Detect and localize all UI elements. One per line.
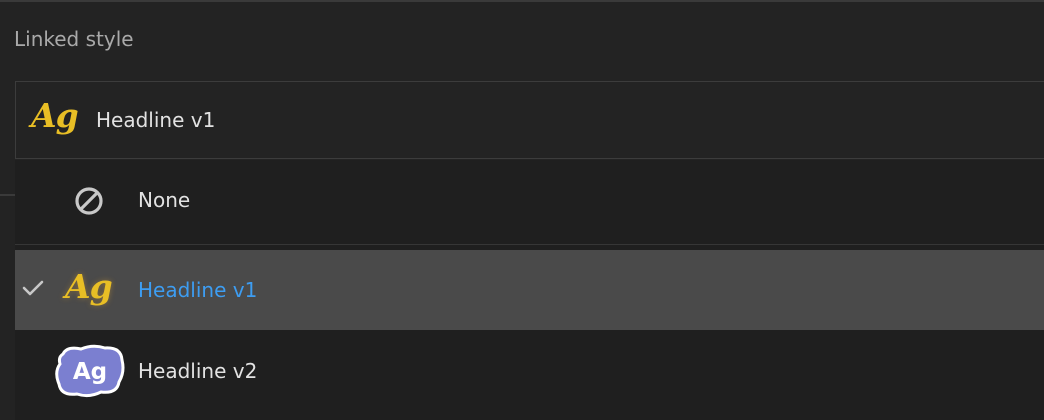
serif-style-icon: Ag — [31, 96, 79, 135]
dropdown-menu: None Ag Headline v1 Ag Headline v2 — [15, 160, 1044, 420]
bubble-style-icon: Ag — [55, 344, 125, 402]
divider-fragment — [0, 194, 15, 196]
menu-item-label: None — [138, 188, 191, 212]
menu-item-headline-v1[interactable]: Ag Headline v1 — [15, 250, 1044, 330]
dropdown-selected-value: Headline v1 — [96, 108, 216, 132]
menu-item-headline-v2[interactable]: Ag Headline v2 — [15, 332, 1044, 414]
menu-item-label: Headline v1 — [138, 278, 258, 302]
linked-style-label: Linked style — [14, 27, 134, 51]
no-entry-icon — [74, 186, 104, 220]
serif-style-icon: Ag — [65, 267, 113, 306]
linked-style-dropdown[interactable]: Ag Headline v1 — [15, 81, 1044, 159]
bubble-icon-text: Ag — [73, 359, 107, 385]
top-divider — [0, 0, 1044, 2]
menu-separator — [15, 244, 1044, 245]
checkmark-icon — [22, 279, 44, 301]
menu-item-label: Headline v2 — [138, 359, 258, 383]
menu-item-none[interactable]: None — [15, 160, 1044, 242]
